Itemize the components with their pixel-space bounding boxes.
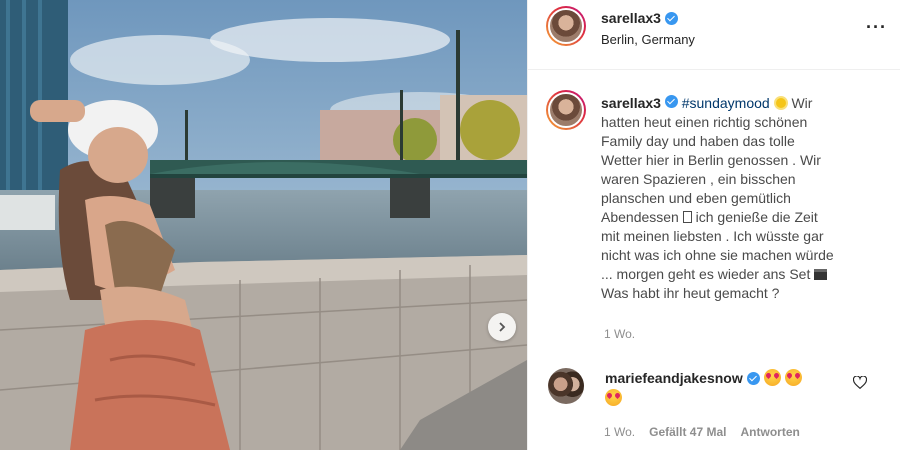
- caption-author-avatar[interactable]: [546, 90, 586, 130]
- post-side-panel: sarellax3 Berlin, Germany ··· sarellax3 …: [527, 0, 900, 450]
- hashtag-link[interactable]: #sundaymood: [682, 95, 770, 111]
- comment-item: mariefeandjakesnow: [528, 362, 900, 422]
- caption-author[interactable]: sarellax3: [601, 95, 661, 111]
- chevron-right-icon: [499, 322, 506, 332]
- commenter-username[interactable]: mariefeandjakesnow: [605, 368, 760, 388]
- author-username[interactable]: sarellax3: [601, 10, 678, 26]
- comment-reply-button[interactable]: Antworten: [741, 425, 800, 439]
- photo-scene: [0, 0, 527, 450]
- unknown-glyph-icon: [682, 211, 692, 223]
- next-photo-button[interactable]: [488, 313, 516, 341]
- post-time-ago: 1 Wo.: [604, 327, 636, 341]
- verified-badge-icon: [746, 371, 760, 385]
- author-avatar[interactable]: [546, 6, 586, 46]
- caption-text: sarellax3 #sundaymood Wir hatten heut ei…: [601, 95, 834, 301]
- verified-badge-icon: [664, 95, 678, 108]
- heart-eyes-emoji-icon: [784, 369, 802, 386]
- commenter-avatar[interactable]: [548, 368, 584, 404]
- comment-likes[interactable]: Gefällt 47 Mal: [649, 425, 726, 439]
- post-header: sarellax3 Berlin, Germany ···: [528, 0, 900, 70]
- heart-eyes-emoji-icon: [763, 369, 781, 386]
- post-photo[interactable]: [0, 0, 527, 450]
- post-location[interactable]: Berlin, Germany: [601, 32, 695, 47]
- heart-eyes-emoji-icon: [605, 389, 622, 406]
- comment-meta: 1 Wo. Gefällt 47 Mal Antworten: [604, 425, 800, 439]
- sun-emoji-icon: [773, 96, 788, 110]
- comment-time-ago: 1 Wo.: [604, 425, 636, 439]
- clapperboard-emoji-icon: [814, 269, 828, 280]
- heart-outline-icon[interactable]: [853, 376, 867, 389]
- comment-body: mariefeandjakesnow: [605, 368, 802, 408]
- verified-badge-icon: [664, 11, 678, 25]
- more-options-icon[interactable]: ···: [866, 18, 887, 36]
